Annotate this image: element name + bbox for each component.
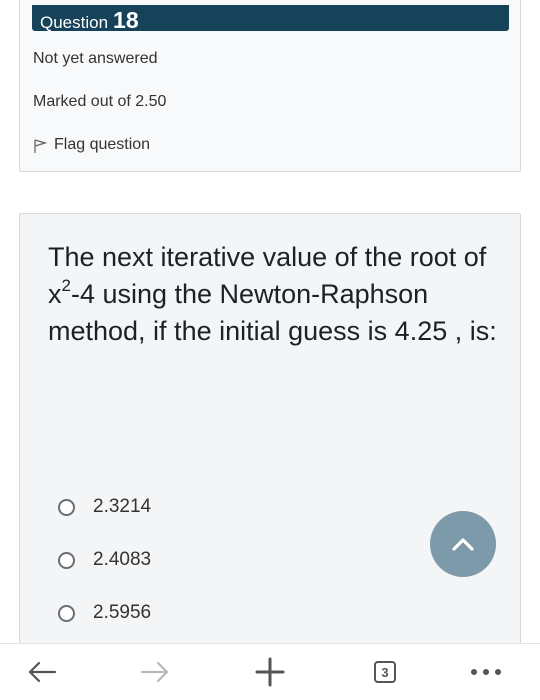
menu-button[interactable] xyxy=(462,654,510,690)
flag-icon xyxy=(34,139,47,153)
question-text: The next iterative value of the root of … xyxy=(48,239,498,350)
tab-count: 3 xyxy=(374,661,396,683)
chevron-up-icon xyxy=(452,538,474,551)
new-tab-button[interactable] xyxy=(250,654,290,690)
flag-question-label: Flag question xyxy=(54,135,151,153)
radio-button[interactable] xyxy=(58,551,75,569)
question-text-part2: -4 using the Newton-Raphson method, if t… xyxy=(48,279,497,346)
flag-question-link[interactable]: Flag question xyxy=(33,135,150,154)
question-label: Question xyxy=(40,13,109,32)
answer-option-label: 2.3214 xyxy=(93,496,152,517)
browser-toolbar: 3 xyxy=(0,643,540,700)
forward-button[interactable] xyxy=(135,654,175,690)
question-header: Question 18 xyxy=(32,5,509,33)
question-text-exponent: 2 xyxy=(61,276,71,295)
arrow-right-icon xyxy=(140,661,169,683)
radio-button[interactable] xyxy=(58,498,75,516)
question-number: 18 xyxy=(113,7,139,33)
more-dots-icon xyxy=(471,669,501,675)
radio-button[interactable] xyxy=(58,604,75,622)
answer-option[interactable]: 2.3214 xyxy=(58,496,151,518)
answer-option[interactable]: 2.5956 xyxy=(58,602,151,624)
question-content-card: The next iterative value of the root of … xyxy=(19,213,521,653)
scroll-to-top-button[interactable] xyxy=(430,511,496,577)
answer-option-label: 2.5956 xyxy=(93,602,152,623)
tabs-button[interactable]: 3 xyxy=(365,654,405,690)
plus-icon xyxy=(255,657,285,687)
answer-option[interactable]: 2.4083 xyxy=(58,549,151,571)
question-grade: Marked out of 2.50 xyxy=(33,93,167,110)
answer-option-label: 2.4083 xyxy=(93,549,152,570)
arrow-left-icon xyxy=(28,661,57,683)
question-info-card: Question 18 Not yet answered Marked out … xyxy=(19,0,521,172)
question-state: Not yet answered xyxy=(33,50,158,67)
back-button[interactable] xyxy=(22,654,62,690)
